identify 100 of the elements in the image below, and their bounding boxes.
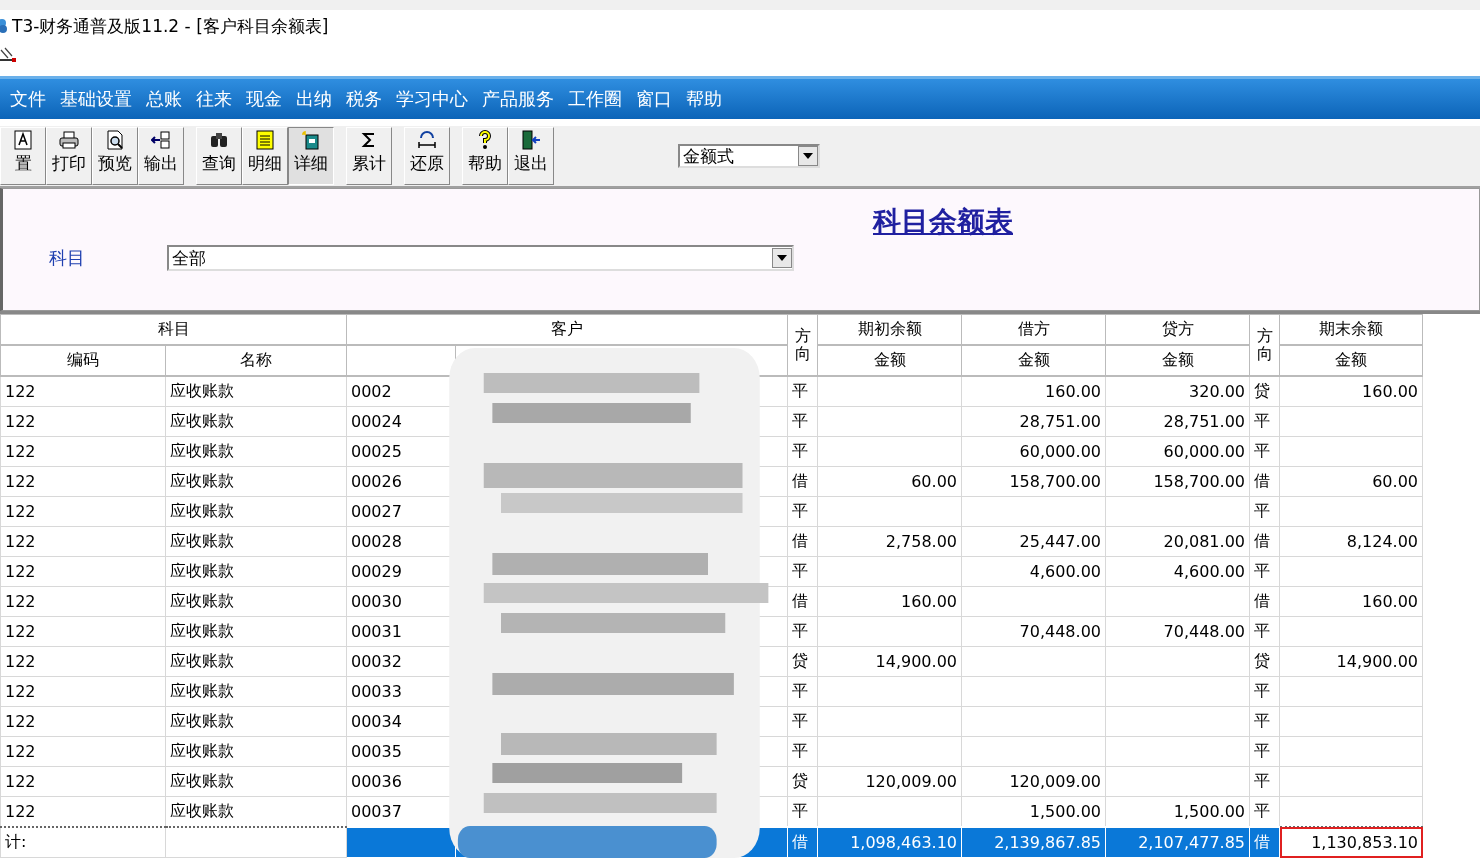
toolbar-button[interactable]: 输出 — [138, 127, 184, 185]
toolbar-button[interactable]: 帮助 — [462, 127, 508, 185]
table-cell: 122 — [0, 796, 166, 827]
table-cell: 120,009.00 — [961, 766, 1106, 797]
menu-item[interactable]: 窗口 — [636, 87, 672, 111]
menu-item[interactable]: 产品服务 — [482, 87, 554, 111]
table-cell: 平 — [787, 436, 818, 467]
table-cell: 平 — [1249, 496, 1280, 527]
table-cell: 平 — [1249, 436, 1280, 467]
subject-select[interactable]: 全部 — [167, 245, 794, 271]
table-cell: 70,448.00 — [961, 616, 1106, 647]
export-icon — [151, 130, 171, 150]
table-cell: 122 — [0, 406, 166, 437]
table-cell: 160.00 — [817, 586, 962, 617]
column-header: 金额 — [1279, 345, 1423, 376]
table-cell: 平 — [787, 736, 818, 767]
menu-item[interactable]: 现金 — [246, 87, 282, 111]
dropdown-arrow-icon — [777, 255, 787, 261]
table-cell: 应收账款 — [165, 646, 347, 677]
column-header: 名称 — [165, 345, 347, 376]
table-cell: 应收账款 — [165, 586, 347, 617]
binoculars-icon — [209, 130, 229, 150]
table-cell: 60.00 — [1279, 466, 1423, 497]
toolbar-button[interactable]: 打印 — [46, 127, 92, 185]
table-cell: 平 — [787, 706, 818, 737]
table-cell: 70,448.00 — [1105, 616, 1250, 647]
printer-icon — [59, 130, 79, 150]
table-cell: 20,081.00 — [1105, 526, 1250, 557]
table-cell: 计: — [0, 827, 166, 858]
table-cell: 4,600.00 — [961, 556, 1106, 587]
table-cell: 贷 — [787, 646, 818, 677]
table-cell: 122 — [0, 376, 166, 407]
table-cell: 应收账款 — [165, 556, 347, 587]
table-cell: 贷 — [1249, 646, 1280, 677]
table-cell: 122 — [0, 706, 166, 737]
table-cell: 14,900.00 — [817, 646, 962, 677]
table-cell: 平 — [787, 556, 818, 587]
table-cell: 122 — [0, 526, 166, 557]
column-header: 借方 — [961, 314, 1106, 345]
table-cell: 60,000.00 — [1105, 436, 1250, 467]
table-cell: 贷 — [1249, 376, 1280, 407]
format-select[interactable]: 金额式 — [678, 144, 820, 168]
toolbar-button[interactable]: 查询 — [196, 127, 242, 185]
table-cell: 应收账款 — [165, 406, 347, 437]
table-cell: 应收账款 — [165, 736, 347, 767]
column-header: 科目 — [0, 314, 347, 345]
table-cell: 平 — [1249, 766, 1280, 797]
restore-icon — [417, 130, 437, 150]
table-cell: 122 — [0, 556, 166, 587]
column-header: 编码 — [0, 345, 166, 376]
column-header: 期末余额 — [1279, 314, 1423, 345]
menu-item[interactable]: 学习中心 — [396, 87, 468, 111]
toolbar-button[interactable]: 明细 — [242, 127, 288, 185]
table-cell: 158,700.00 — [1105, 466, 1250, 497]
menu-item[interactable]: 工作圈 — [568, 87, 622, 111]
menu-item[interactable]: 税务 — [346, 87, 382, 111]
table-cell: 借 — [787, 827, 818, 858]
table-cell: 320.00 — [1105, 376, 1250, 407]
table-cell: 平 — [1249, 676, 1280, 707]
menu-item[interactable]: 总账 — [146, 87, 182, 111]
table-cell: 2,758.00 — [817, 526, 962, 557]
table-cell: 借 — [1249, 586, 1280, 617]
book-icon — [301, 130, 321, 150]
table-cell: 1,130,853.10 — [1279, 827, 1423, 858]
dropdown-arrow-icon — [803, 153, 813, 159]
menu-item[interactable]: 帮助 — [686, 87, 722, 111]
table-cell: 借 — [787, 586, 818, 617]
toolbar-button[interactable]: 退出 — [508, 127, 554, 185]
window-title: T3-财务通普及版11.2 - [客户科目余额表] — [12, 14, 329, 38]
table-cell: 应收账款 — [165, 676, 347, 707]
menu-item[interactable]: 往来 — [196, 87, 232, 111]
table-cell: 122 — [0, 616, 166, 647]
exit-door-icon — [521, 130, 541, 150]
preview-icon — [105, 130, 125, 150]
table-cell: 借 — [787, 526, 818, 557]
menu-item[interactable]: 基础设置 — [60, 87, 132, 111]
table-cell: 平 — [787, 406, 818, 437]
table-cell: 应收账款 — [165, 466, 347, 497]
table-cell: 122 — [0, 436, 166, 467]
table-cell: 28,751.00 — [1105, 406, 1250, 437]
report-title: 科目余额表 — [873, 204, 1013, 240]
toolbar-button[interactable]: 置 — [0, 127, 46, 185]
table-cell: 平 — [1249, 706, 1280, 737]
table-cell: 应收账款 — [165, 616, 347, 647]
toolbar-button[interactable]: 还原 — [404, 127, 450, 185]
table-cell: 平 — [1249, 736, 1280, 767]
table-cell: 贷 — [787, 766, 818, 797]
menu-item[interactable]: 出纳 — [296, 87, 332, 111]
table-cell: 122 — [0, 646, 166, 677]
table-cell: 4,600.00 — [1105, 556, 1250, 587]
toolbar-button[interactable]: 详细 — [288, 127, 334, 185]
toolbar-button[interactable]: 预览 — [92, 127, 138, 185]
column-header: 金额 — [961, 345, 1106, 376]
column-header: 客户 — [346, 314, 788, 345]
column-header: 金额 — [817, 345, 962, 376]
menu-item[interactable]: 文件 — [10, 87, 46, 111]
table-cell: 60.00 — [817, 466, 962, 497]
table-cell: 应收账款 — [165, 766, 347, 797]
toolbar-button[interactable]: 累计 — [346, 127, 392, 185]
table-cell: 借 — [1249, 466, 1280, 497]
